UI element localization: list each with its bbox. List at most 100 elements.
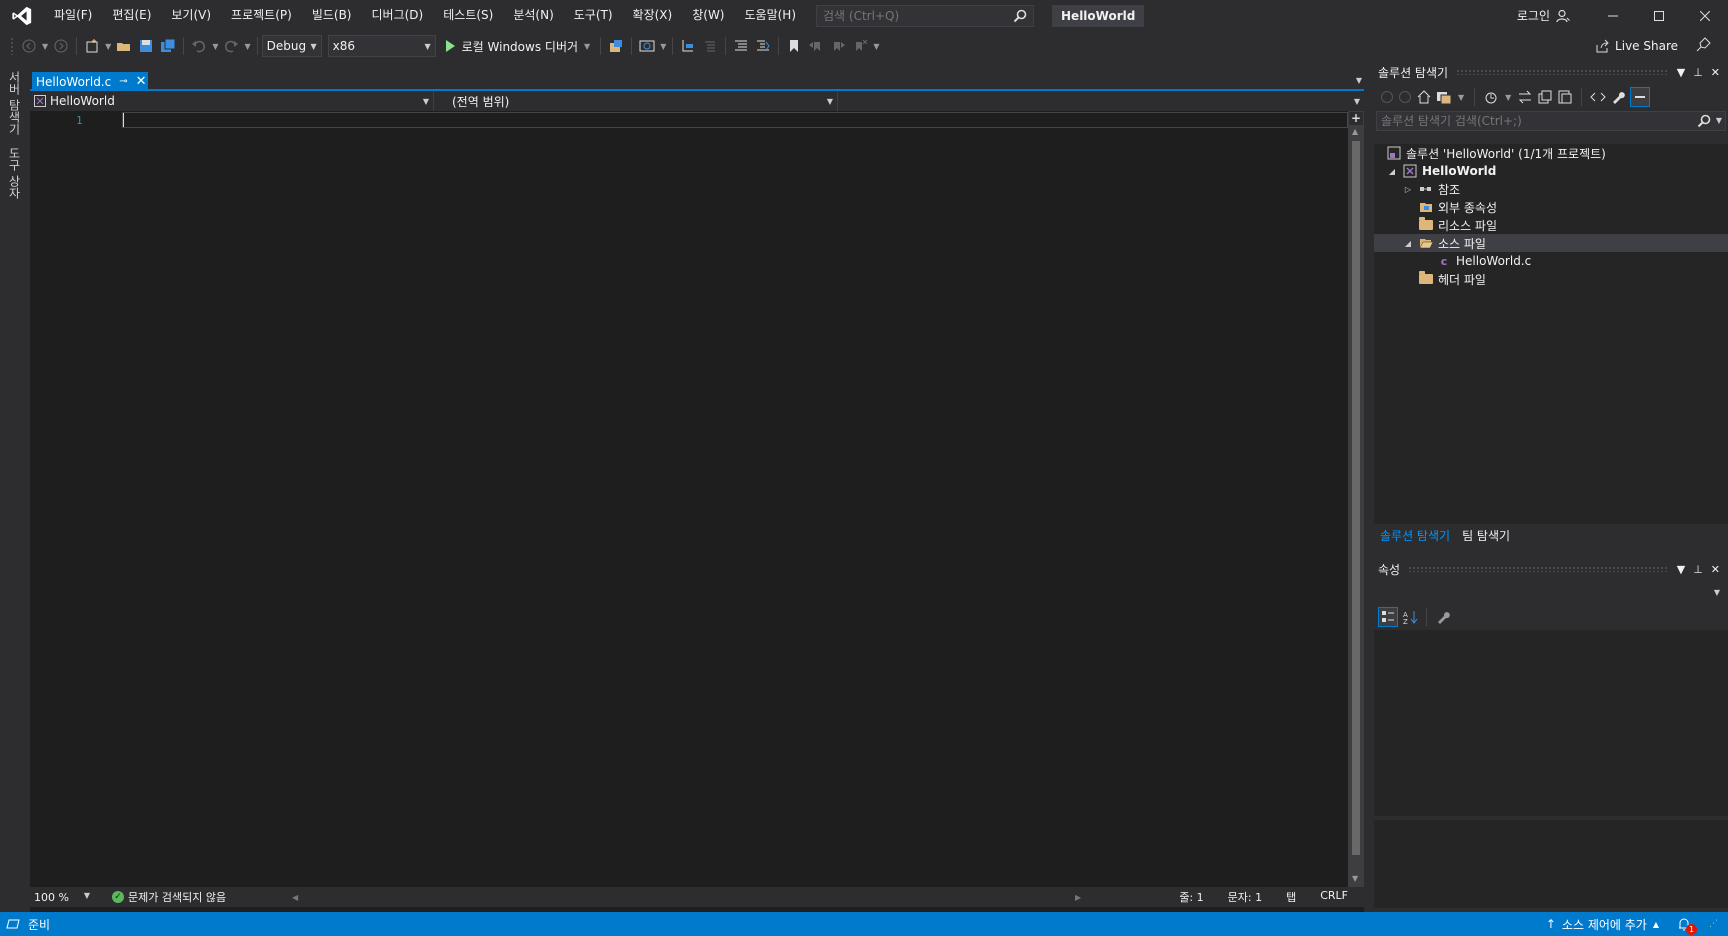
- tab-list-dropdown-icon[interactable]: ▼: [1356, 76, 1362, 85]
- tab-team-explorer[interactable]: 팀 탐색기: [1456, 526, 1516, 546]
- expanded-arrow-icon[interactable]: ◢: [1402, 239, 1414, 248]
- categorized-icon[interactable]: [1378, 607, 1398, 627]
- minimize-button[interactable]: [1590, 0, 1636, 31]
- split-editor-icon[interactable]: +: [1349, 112, 1363, 125]
- toolbar-grip[interactable]: [10, 37, 14, 55]
- zoom-select[interactable]: 100 % ▼: [30, 891, 90, 904]
- back-icon[interactable]: [18, 35, 40, 57]
- next-bookmark-icon[interactable]: [827, 35, 849, 57]
- code-editor[interactable]: 1 + ▲ ▼: [30, 111, 1364, 887]
- project-nav-select[interactable]: HelloWorld ▼: [30, 91, 434, 111]
- visual-studio-logo-icon[interactable]: [0, 0, 44, 31]
- feedback-icon[interactable]: [1696, 36, 1712, 55]
- line-indicator[interactable]: 줄: 1: [1179, 889, 1203, 905]
- save-all-icon[interactable]: [157, 35, 179, 57]
- menu-edit[interactable]: 편집(E): [102, 0, 161, 31]
- solution-explorer-search[interactable]: ▼: [1376, 111, 1726, 131]
- menu-test[interactable]: 테스트(S): [433, 0, 503, 31]
- line-ending-indicator[interactable]: CRLF: [1320, 889, 1348, 905]
- save-icon[interactable]: [135, 35, 157, 57]
- scroll-up-icon[interactable]: ▲: [1352, 127, 1358, 136]
- panel-grip[interactable]: [1456, 69, 1669, 75]
- menu-extensions[interactable]: 확장(X): [623, 0, 683, 31]
- menu-build[interactable]: 빌드(B): [302, 0, 362, 31]
- vertical-scrollbar[interactable]: + ▲ ▼: [1348, 111, 1364, 887]
- bookmark-icon[interactable]: [783, 35, 805, 57]
- tree-item-external-dependencies[interactable]: 외부 종속성: [1374, 198, 1728, 216]
- scroll-left-icon[interactable]: ◀: [292, 893, 298, 902]
- toolbox-tab[interactable]: 도구 상자: [6, 147, 23, 199]
- new-dropdown-icon[interactable]: ▼: [105, 42, 111, 51]
- redo-icon[interactable]: [220, 35, 242, 57]
- tree-item-hello-world-c[interactable]: c HelloWorld.c: [1374, 252, 1728, 270]
- menu-file[interactable]: 파일(F): [44, 0, 102, 31]
- user-icon[interactable]: [1556, 9, 1570, 23]
- home-icon[interactable]: [1416, 89, 1432, 105]
- search-options-dropdown-icon[interactable]: ▼: [1716, 116, 1722, 125]
- previous-bookmark-icon[interactable]: [805, 35, 827, 57]
- menu-window[interactable]: 창(W): [682, 0, 734, 31]
- maximize-button[interactable]: [1636, 0, 1682, 31]
- server-explorer-tab[interactable]: 서버 탐색기: [6, 71, 23, 135]
- solution-configuration-select[interactable]: Debug ▼: [261, 35, 322, 57]
- undo-dropdown-icon[interactable]: ▼: [212, 42, 218, 51]
- back-dropdown-icon[interactable]: ▼: [42, 42, 48, 51]
- sync-with-active-document-icon[interactable]: [1517, 89, 1533, 105]
- indent-indicator[interactable]: 탭: [1286, 889, 1296, 905]
- close-panel-icon[interactable]: ✕: [1711, 563, 1720, 576]
- back-icon[interactable]: [1380, 90, 1394, 104]
- window-position-dropdown-icon[interactable]: ▼: [1677, 563, 1685, 576]
- property-pages-icon[interactable]: [1435, 609, 1451, 625]
- pin-icon[interactable]: ⊸: [119, 76, 127, 87]
- column-indicator[interactable]: 문자: 1: [1228, 889, 1262, 905]
- scroll-down-icon[interactable]: ▼: [1352, 874, 1358, 883]
- show-all-files-icon[interactable]: [1557, 89, 1573, 105]
- search-input[interactable]: [823, 8, 1004, 23]
- menu-debug[interactable]: 디버그(D): [362, 0, 434, 31]
- open-file-icon[interactable]: [113, 35, 135, 57]
- search-icon[interactable]: [1697, 114, 1711, 131]
- member-nav-select[interactable]: ▼: [838, 91, 1364, 111]
- window-position-dropdown-icon[interactable]: ▼: [1677, 66, 1685, 79]
- preview-selected-items-icon[interactable]: [1630, 87, 1651, 107]
- uncomment-lines-icon[interactable]: [752, 35, 774, 57]
- menu-help[interactable]: 도움말(H): [735, 0, 807, 31]
- screenshot-dropdown-icon[interactable]: ▼: [660, 42, 666, 51]
- tree-item-project[interactable]: ◢ HelloWorld: [1374, 162, 1728, 180]
- login-link[interactable]: 로그인: [1517, 7, 1550, 24]
- step-into-icon[interactable]: [677, 35, 699, 57]
- issues-indicator[interactable]: ✓ 문제가 검색되지 않음: [112, 889, 226, 905]
- close-tab-icon[interactable]: ✕: [136, 74, 147, 89]
- expanded-arrow-icon[interactable]: ◢: [1386, 167, 1398, 176]
- quick-launch-search[interactable]: [816, 4, 1035, 27]
- screenshot-icon[interactable]: [636, 35, 658, 57]
- menu-tools[interactable]: 도구(T): [564, 0, 623, 31]
- collapse-all-icon[interactable]: [1537, 89, 1553, 105]
- pending-changes-filter-icon[interactable]: [1483, 89, 1499, 105]
- comment-lines-icon[interactable]: [730, 35, 752, 57]
- redo-dropdown-icon[interactable]: ▼: [244, 42, 250, 51]
- solution-platform-select[interactable]: x86 ▼: [327, 35, 436, 57]
- start-debugging-button[interactable]: 로컬 Windows 디버거 ▼: [442, 35, 597, 57]
- clear-bookmarks-icon[interactable]: [849, 35, 871, 57]
- collapsed-arrow-icon[interactable]: ▷: [1402, 185, 1414, 194]
- pin-icon[interactable]: ⊥: [1693, 66, 1703, 79]
- switch-views-icon[interactable]: [1436, 89, 1452, 105]
- step-over-icon[interactable]: [699, 35, 721, 57]
- menu-project[interactable]: 프로젝트(P): [221, 0, 302, 31]
- browse-files-icon[interactable]: [605, 35, 627, 57]
- close-panel-icon[interactable]: ✕: [1711, 66, 1720, 79]
- forward-icon[interactable]: [50, 35, 72, 57]
- panel-grip[interactable]: [1408, 566, 1669, 572]
- search-icon[interactable]: [1013, 9, 1027, 26]
- scope-nav-select[interactable]: (전역 범위) ▼: [434, 91, 838, 111]
- tree-item-source-files[interactable]: ◢ 소스 파일: [1374, 234, 1728, 252]
- alphabetical-icon[interactable]: AZ: [1402, 609, 1418, 625]
- add-to-source-control-button[interactable]: ↑ 소스 제어에 추가 ▲: [1546, 916, 1659, 933]
- properties-object-select[interactable]: ▼: [1378, 582, 1724, 602]
- notifications-button[interactable]: 1: [1677, 917, 1697, 935]
- forward-icon[interactable]: [1398, 90, 1412, 104]
- view-code-icon[interactable]: [1590, 89, 1607, 105]
- undo-icon[interactable]: [188, 35, 210, 57]
- solution-search-input[interactable]: [1381, 114, 1681, 128]
